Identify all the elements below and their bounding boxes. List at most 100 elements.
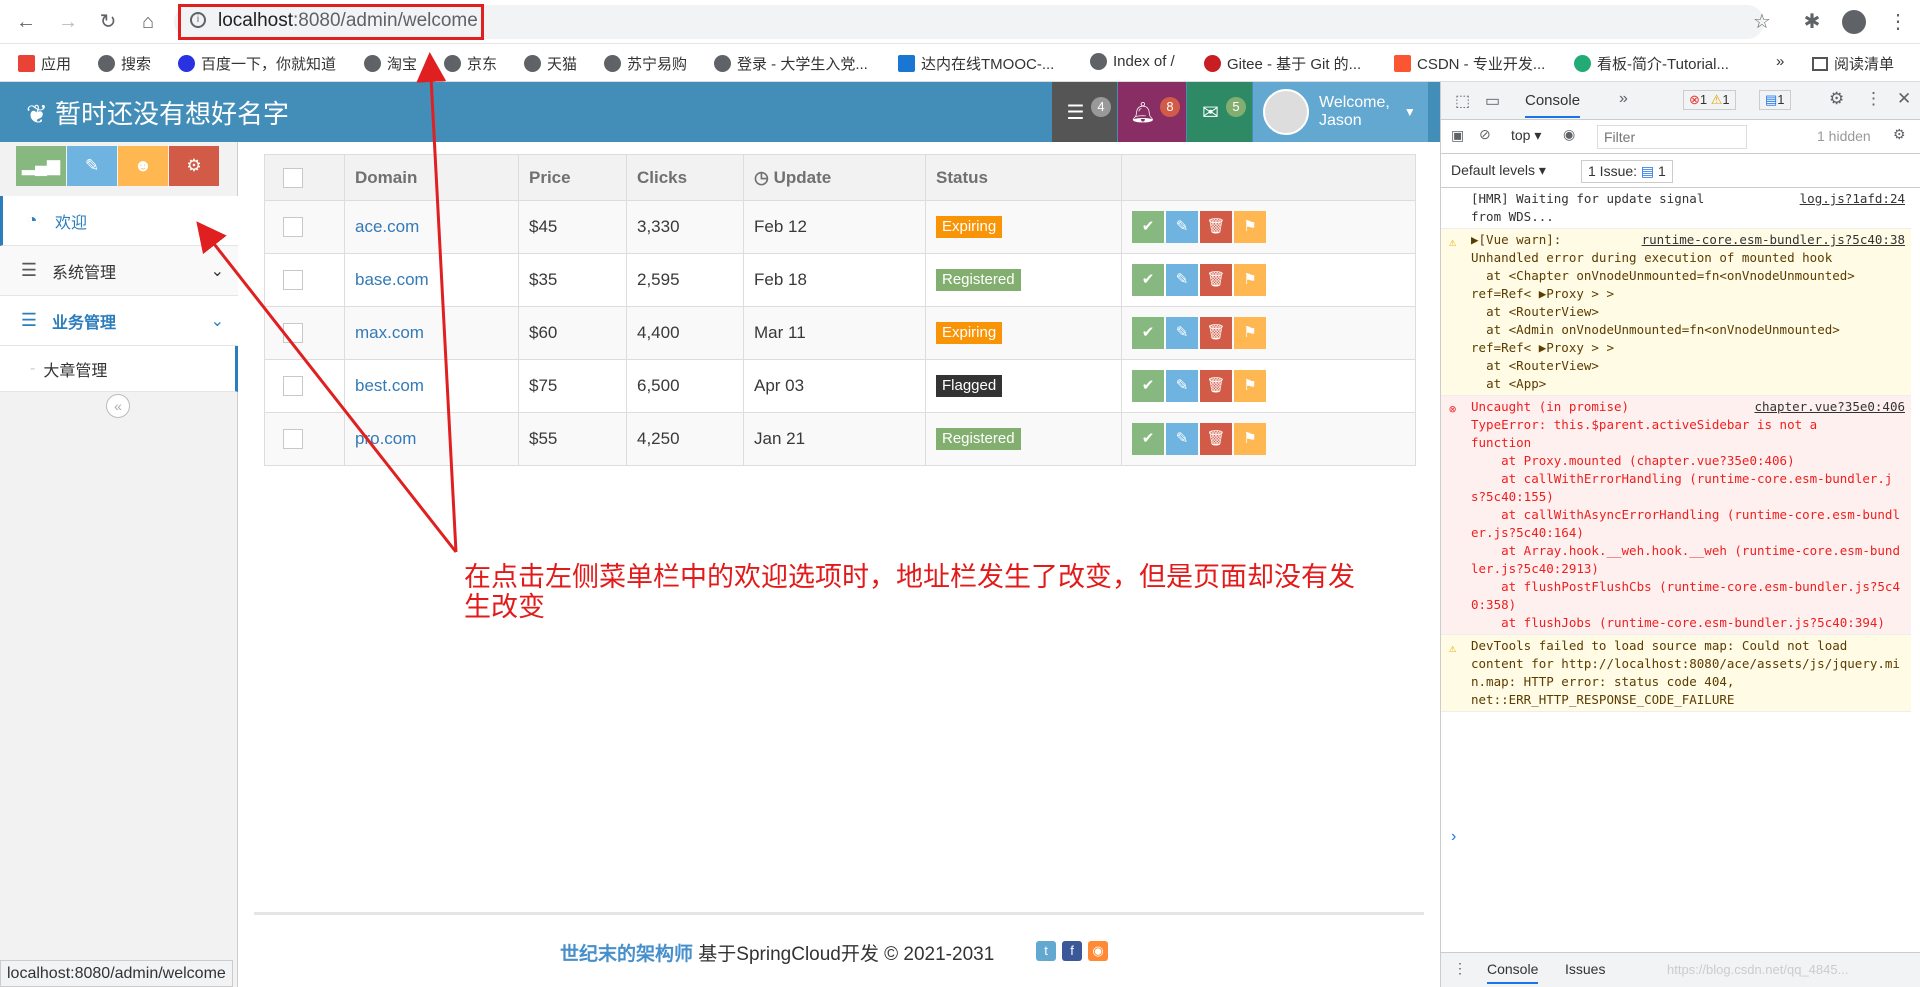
bookmark[interactable]: 搜索	[98, 53, 151, 74]
eye-icon[interactable]: ◉	[1563, 126, 1575, 143]
close-icon[interactable]: ✕	[1897, 89, 1911, 109]
bookmark[interactable]: Index of /	[1090, 53, 1175, 70]
edit-icon[interactable]: ✎	[1166, 264, 1198, 296]
tab-console[interactable]: Console	[1525, 92, 1581, 118]
flag-icon[interactable]: ⚑	[1234, 423, 1266, 455]
bookmarks-overflow[interactable]: »	[1776, 53, 1784, 70]
star-icon[interactable]: ☆	[1750, 10, 1774, 34]
bookmark[interactable]: CSDN - 专业开发...	[1394, 53, 1545, 74]
trash-icon[interactable]: 🗑︎	[1200, 370, 1232, 402]
domain-link[interactable]: best.com	[355, 376, 424, 395]
console-settings-icon[interactable]: ⚙	[1893, 126, 1906, 143]
sidebar-item-chapter[interactable]: - 大章管理	[0, 346, 238, 392]
bookmark[interactable]: 苏宁易购	[604, 53, 687, 74]
back-icon[interactable]: ←	[14, 10, 38, 34]
check-icon[interactable]: ✔	[1132, 317, 1164, 349]
domain-link[interactable]: pro.com	[355, 429, 416, 448]
notifications-button[interactable]: 🔔︎ 8	[1118, 82, 1186, 142]
more-tabs-icon[interactable]: »	[1619, 90, 1628, 108]
bookmark[interactable]: 登录 - 大学生入党...	[714, 53, 868, 74]
source-link[interactable]: runtime-core.esm-bundler.js?5c40:38	[1642, 231, 1905, 249]
error-warning-counter[interactable]: ⊗1 ⚠1	[1683, 90, 1736, 110]
trash-icon[interactable]: 🗑︎	[1200, 317, 1232, 349]
info-icon[interactable]: i	[190, 12, 206, 28]
users-icon[interactable]: ☻	[118, 146, 168, 186]
drawer-tab-console[interactable]: Console	[1487, 961, 1539, 984]
flag-icon[interactable]: ⚑	[1234, 317, 1266, 349]
flag-icon[interactable]: ⚑	[1234, 264, 1266, 296]
edit-icon[interactable]: ✎	[1166, 211, 1198, 243]
source-link[interactable]: chapter.vue?35e0:406	[1754, 398, 1905, 416]
trash-icon[interactable]: 🗑︎	[1200, 211, 1232, 243]
row-checkbox[interactable]	[283, 376, 303, 397]
bookmark[interactable]: 百度一下，你就知道	[178, 53, 336, 74]
bookmark[interactable]: 淘宝	[364, 53, 417, 74]
pencil-icon[interactable]: ✎	[67, 146, 117, 186]
row-checkbox[interactable]	[283, 270, 303, 291]
profile-icon[interactable]	[1842, 10, 1866, 34]
levels-dropdown[interactable]: Default levels ▾	[1451, 162, 1546, 179]
forward-icon[interactable]: →	[56, 10, 80, 34]
prompt-icon[interactable]: ›	[1451, 828, 1456, 846]
domain-link[interactable]: base.com	[355, 270, 429, 289]
check-icon[interactable]: ✔	[1132, 264, 1164, 296]
logo[interactable]: ❦ 暂时还没有想好名字	[26, 94, 289, 131]
menu-icon[interactable]: ⋮	[1886, 10, 1910, 34]
edit-icon[interactable]: ✎	[1166, 423, 1198, 455]
settings-icon[interactable]: ⚙	[1829, 89, 1844, 109]
extensions-icon[interactable]: ✱	[1800, 10, 1824, 34]
sidebar-item-welcome[interactable]: ◔ 欢迎	[0, 196, 238, 246]
collapse-sidebar-button[interactable]: «	[106, 394, 130, 418]
rss-icon[interactable]: ◉	[1088, 941, 1108, 961]
tasks-button[interactable]: ☰ 4	[1052, 82, 1117, 142]
domain-link[interactable]: max.com	[355, 323, 424, 342]
row-checkbox[interactable]	[283, 429, 303, 450]
row-checkbox[interactable]	[283, 323, 303, 344]
check-icon[interactable]: ✔	[1132, 423, 1164, 455]
column-update[interactable]: ◷ Update	[743, 154, 926, 201]
url-text[interactable]: localhost:8080/admin/welcome	[218, 10, 478, 32]
user-menu[interactable]: Welcome, Jason ▼	[1253, 82, 1428, 142]
kebab-menu-icon[interactable]: ⋮	[1865, 89, 1882, 109]
clear-console-icon[interactable]: ⊘	[1479, 126, 1491, 143]
drawer-tab-issues[interactable]: Issues	[1565, 961, 1605, 977]
home-icon[interactable]: ⌂	[136, 10, 160, 34]
info-counter[interactable]: ▤1	[1759, 90, 1791, 110]
reload-icon[interactable]: ↻	[96, 10, 120, 34]
bookmark[interactable]: 看板-简介-Tutorial...	[1574, 53, 1729, 74]
messages-button[interactable]: ✉ 5	[1187, 82, 1252, 142]
bookmark[interactable]: 京东	[444, 53, 497, 74]
facebook-icon[interactable]: f	[1062, 941, 1082, 961]
column-status[interactable]: Status	[925, 154, 1122, 201]
inspect-icon[interactable]: ⬚	[1455, 91, 1470, 111]
check-icon[interactable]: ✔	[1132, 370, 1164, 402]
column-domain[interactable]: Domain	[344, 154, 519, 201]
flag-icon[interactable]: ⚑	[1234, 211, 1266, 243]
bookmark[interactable]: 天猫	[524, 53, 577, 74]
sidebar-item-business[interactable]: ☰ 业务管理 ⌄	[0, 296, 238, 346]
sidebar-toggle-icon[interactable]: ▣	[1451, 127, 1464, 144]
column-clicks[interactable]: Clicks	[626, 154, 744, 201]
edit-icon[interactable]: ✎	[1166, 317, 1198, 349]
twitter-icon[interactable]: t	[1036, 941, 1056, 961]
source-link[interactable]: log.js?1afd:24	[1800, 190, 1905, 208]
drawer-menu-icon[interactable]: ⋮	[1453, 960, 1467, 977]
edit-icon[interactable]: ✎	[1166, 370, 1198, 402]
filter-input[interactable]	[1597, 125, 1747, 149]
trash-icon[interactable]: 🗑︎	[1200, 264, 1232, 296]
bookmark[interactable]: Gitee - 基于 Git 的...	[1204, 53, 1361, 74]
context-select[interactable]: top ▾	[1511, 127, 1541, 144]
row-checkbox[interactable]	[283, 217, 303, 238]
sidebar-item-system[interactable]: ☰ 系统管理 ⌄	[0, 246, 238, 296]
device-icon[interactable]: ▭	[1485, 91, 1500, 111]
signal-icon[interactable]: ▂▄▆	[16, 146, 66, 186]
domain-link[interactable]: ace.com	[355, 217, 419, 236]
bookmark-apps[interactable]: 应用	[18, 53, 71, 74]
cogs-icon[interactable]: ⚙	[169, 146, 219, 186]
issues-button[interactable]: 1 Issue: ▤ 1	[1581, 160, 1673, 183]
bookmark[interactable]: 达内在线TMOOC-...	[898, 53, 1054, 74]
trash-icon[interactable]: 🗑︎	[1200, 423, 1232, 455]
flag-icon[interactable]: ⚑	[1234, 370, 1266, 402]
select-all-checkbox[interactable]	[283, 167, 303, 188]
column-price[interactable]: Price	[518, 154, 627, 201]
